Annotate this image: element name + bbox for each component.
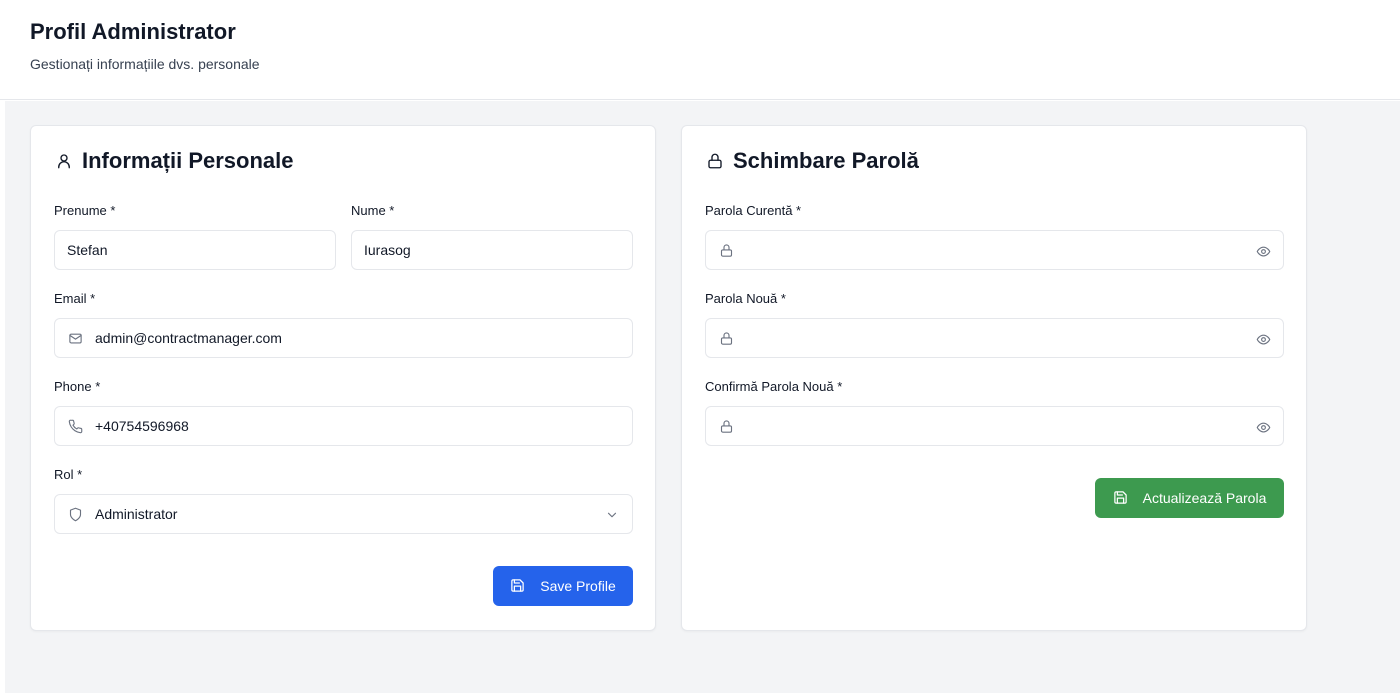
phone-label: Phone * xyxy=(54,379,101,394)
role-select[interactable]: Administrator xyxy=(54,494,633,534)
user-icon xyxy=(55,152,73,170)
save-icon xyxy=(510,578,526,594)
first-name-value: Stefan xyxy=(67,242,108,258)
lock-icon xyxy=(706,152,724,170)
update-password-label: Actualizează Parola xyxy=(1142,490,1267,506)
current-password-label: Parola Curentă * xyxy=(705,203,802,218)
last-name-label: Nume * xyxy=(351,203,395,218)
eye-icon[interactable] xyxy=(1255,419,1271,435)
role-value: Administrator xyxy=(95,506,178,522)
first-name-label: Prenume * xyxy=(54,203,116,218)
lock-icon xyxy=(718,330,734,346)
phone-field[interactable]: +40754596968 xyxy=(54,406,633,446)
new-password-label: Parola Nouă * xyxy=(705,291,786,306)
lock-icon xyxy=(718,418,734,434)
eye-icon[interactable] xyxy=(1255,243,1271,259)
eye-icon[interactable] xyxy=(1255,331,1271,347)
current-password-input[interactable] xyxy=(705,230,1284,270)
confirm-password-label: Confirmă Parola Nouă * xyxy=(705,379,843,394)
personal-info-heading: Informații Personale xyxy=(55,148,294,174)
phone-icon xyxy=(67,418,83,434)
mail-icon xyxy=(67,330,83,346)
save-profile-label: Save Profile xyxy=(540,578,616,594)
page-subtitle: Gestionați informațiile dvs. personale xyxy=(30,56,260,72)
save-icon xyxy=(1113,490,1129,506)
role-label: Rol * xyxy=(54,467,83,482)
update-password-button[interactable]: Actualizează Parola xyxy=(1095,478,1284,518)
change-password-heading: Schimbare Parolă xyxy=(706,148,919,174)
phone-value: +40754596968 xyxy=(95,418,189,434)
personal-info-title: Informații Personale xyxy=(82,148,294,173)
page-title: Profil Administrator xyxy=(30,19,236,44)
save-profile-button[interactable]: Save Profile xyxy=(493,566,633,606)
last-name-field[interactable]: Iurasog xyxy=(351,230,633,270)
last-name-value: Iurasog xyxy=(364,242,411,258)
change-password-card: Schimbare Parolă Parola Curentă * Parola… xyxy=(681,125,1307,631)
change-password-title: Schimbare Parolă xyxy=(733,148,919,173)
email-value: admin@contractmanager.com xyxy=(95,330,282,346)
personal-info-card: Informații Personale Prenume * Stefan Nu… xyxy=(30,125,656,631)
shield-icon xyxy=(67,506,83,522)
confirm-password-input[interactable] xyxy=(705,406,1284,446)
chevron-down-icon xyxy=(604,507,620,523)
page-header: Profil Administrator Gestionați informaț… xyxy=(0,0,1400,100)
first-name-field[interactable]: Stefan xyxy=(54,230,336,270)
new-password-input[interactable] xyxy=(705,318,1284,358)
lock-icon xyxy=(718,242,734,258)
email-field[interactable]: admin@contractmanager.com xyxy=(54,318,633,358)
email-label: Email * xyxy=(54,291,96,306)
